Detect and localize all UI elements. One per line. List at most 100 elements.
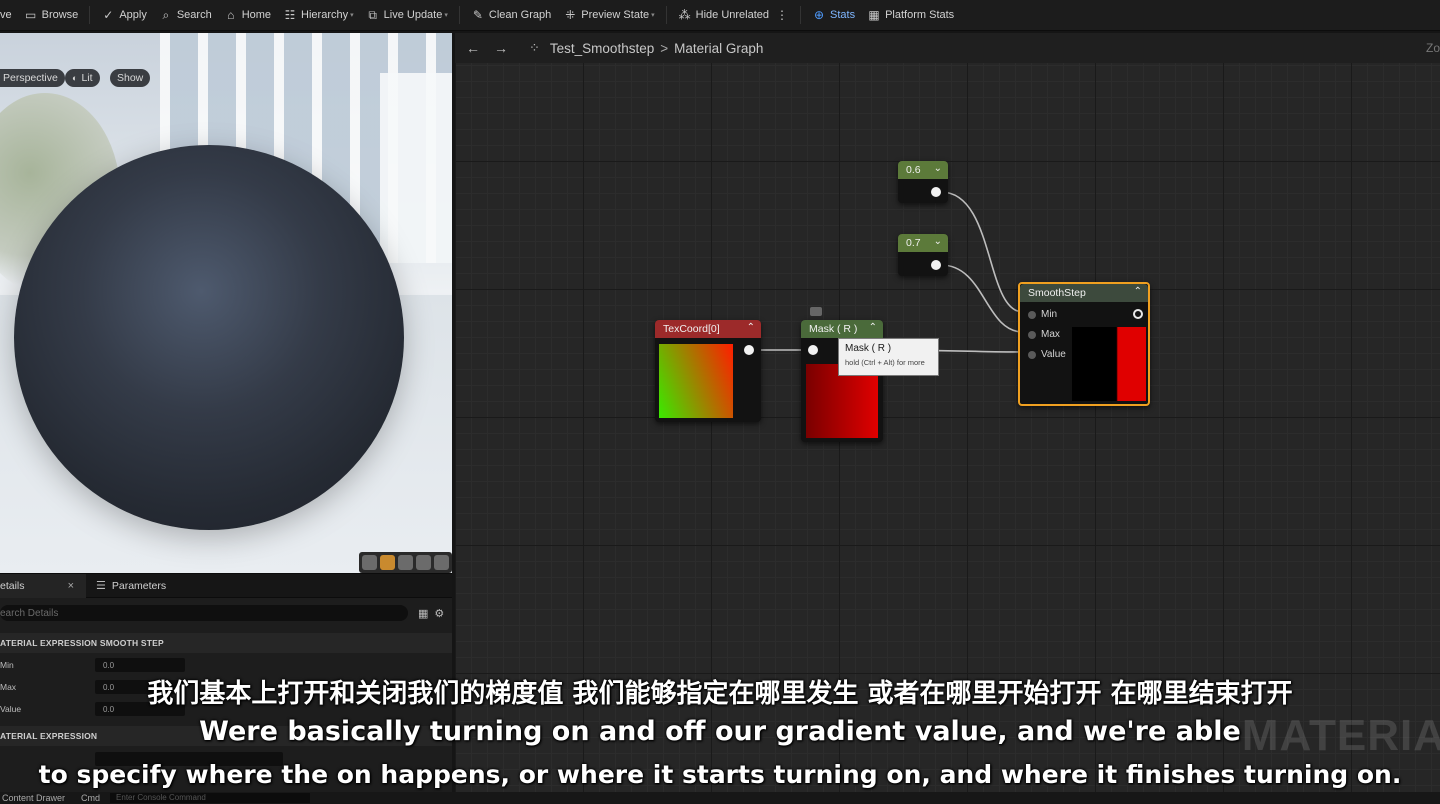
hierarchy-icon: ☷ [284,8,296,22]
save-label: ve [0,9,12,21]
preview-state-label: Preview State [581,9,650,21]
node-header: 0.6 ⌄ [898,161,948,179]
home-icon: ⌂ [227,8,235,22]
search-label: Search [176,9,212,21]
perspective-button[interactable]: Perspective [0,69,65,87]
output-pin[interactable] [931,187,941,197]
subtitle-english-line2: to specify where the on happens, or wher… [38,760,1402,789]
output-pin[interactable] [744,345,754,355]
tooltip-hint: hold (Ctrl + Alt) for more [845,358,925,367]
details-tabs: etails × ☰ Parameters [0,573,452,598]
input-pin-min[interactable] [1028,311,1036,319]
settings-gear-icon[interactable]: ⚙ [434,607,444,620]
lit-button[interactable]: ◐ Lit [65,69,100,87]
apply-button[interactable]: ✓ Apply [95,0,153,30]
browse-button[interactable]: ▭ Browse [18,0,85,30]
cylinder-mesh-icon[interactable] [362,555,378,570]
chevron-down-icon[interactable]: ⌄ [934,163,942,174]
live-update-icon: ⧉ [368,7,377,22]
live-update-button[interactable]: ⧉ Live Update ▾ [360,0,454,30]
pin-label-value: Value [1041,349,1066,360]
close-icon[interactable]: × [68,580,74,592]
custom-mesh-icon[interactable] [433,555,449,570]
chevron-down-icon[interactable]: ⌄ [934,236,942,247]
chevron-down-icon: ▾ [350,12,354,19]
plane-mesh-icon[interactable] [397,555,413,570]
clean-graph-button[interactable]: ✎ Clean Graph [465,0,557,30]
output-pin[interactable] [1133,309,1143,319]
grid-view-icon[interactable]: ▦ [418,607,428,620]
cmd-button[interactable]: Cmd [81,793,100,803]
live-update-label: Live Update [383,9,443,21]
hide-unrelated-button[interactable]: ⁂ Hide Unrelated ⋮ [672,0,795,30]
node-header: 0.7 ⌄ [898,234,948,252]
input-pin-value[interactable] [1028,351,1036,359]
node-texcoord[interactable]: TexCoord[0] ⌃ [655,320,761,422]
hide-unrelated-icon: ⁂ [678,8,691,22]
content-drawer-button[interactable]: Content Drawer [2,793,65,803]
hierarchy-label: Hierarchy [301,9,349,21]
property-row-min: Min 0.0 [0,655,452,675]
tab-details[interactable]: etails × [0,573,86,598]
toolbar-divider [800,6,802,24]
chevron-up-icon[interactable]: ⌃ [869,322,877,333]
node-constant-value: 0.7 [906,237,921,249]
pin-label-min: Min [1041,309,1058,320]
clean-graph-label: Clean Graph [488,9,552,21]
preview-state-button[interactable]: ⁜ Preview State ▾ [557,0,660,30]
platform-stats-button[interactable]: ▦ Platform Stats [861,0,960,30]
hide-unrelated-label: Hide Unrelated [695,9,770,21]
show-button[interactable]: Show [110,69,151,87]
subtitle-chinese: 我们基本上打开和关闭我们的梯度值 我们能够指定在哪里发生 或者在哪里开始打开 在… [147,679,1293,709]
search-icon: ⌕ [162,7,170,22]
details-search-input[interactable]: earch Details [0,605,408,621]
tab-parameters[interactable]: ☰ Parameters [86,574,174,598]
node-title: SmoothStep [1028,287,1086,299]
node-header: Mask ( R ) ⌃ [801,320,883,338]
smoothstep-preview [1072,327,1146,401]
save-button[interactable]: ve [0,0,18,30]
stats-button[interactable]: ⊕ Stats [806,0,861,30]
search-button[interactable]: ⌕ Search [153,0,218,30]
input-pin[interactable] [808,345,818,355]
show-label: Show [117,72,144,84]
output-pin[interactable] [931,260,941,270]
cube-mesh-icon[interactable] [415,555,431,570]
parameters-icon: ☰ [96,580,106,592]
preview-mesh-toolbar [359,552,452,573]
wire-const2-to-max [940,264,1024,333]
node-constant-value: 0.6 [906,164,921,176]
folder-icon: ▭ [24,8,37,22]
chevron-up-icon[interactable]: ⌃ [747,322,755,333]
lit-icon: ◐ [72,73,78,83]
browse-label: Browse [41,9,79,21]
toolbar-divider [89,6,91,24]
more-options-icon[interactable]: ⋮ [775,8,789,22]
node-smoothstep[interactable]: SmoothStep ⌃ Min Max Value [1018,282,1150,406]
section-smoothstep[interactable]: ATERIAL EXPRESSION SMOOTH STEP [0,633,452,653]
input-pin-max[interactable] [1028,331,1036,339]
lit-label: Lit [81,72,93,84]
toolbar-divider [458,6,460,24]
preview-viewport[interactable]: Perspective ◐ Lit Show [0,33,452,573]
sphere-mesh-icon[interactable] [380,555,396,570]
section-smoothstep-label: ATERIAL EXPRESSION SMOOTH STEP [0,638,164,648]
node-constant-0-6[interactable]: 0.6 ⌄ [898,161,948,203]
tab-parameters-label: Parameters [111,579,167,592]
apply-label: Apply [119,9,147,21]
home-button[interactable]: ⌂ Home [218,0,277,30]
home-label: Home [241,9,272,21]
toolbar-divider [665,6,667,24]
property-min-field[interactable]: 0.0 [95,658,185,672]
details-search-placeholder: earch Details [0,607,59,619]
node-title: TexCoord[0] [663,323,720,335]
hierarchy-button[interactable]: ☷ Hierarchy ▾ [277,0,360,30]
console-command-input[interactable]: Enter Console Command [110,793,311,803]
comment-bubble-icon[interactable] [810,307,822,316]
node-header: SmoothStep ⌃ [1020,284,1148,302]
pin-label-max: Max [1041,329,1060,340]
node-header: TexCoord[0] ⌃ [655,320,761,338]
stats-label: Stats [830,9,856,21]
node-constant-0-7[interactable]: 0.7 ⌄ [898,234,948,276]
chevron-up-icon[interactable]: ⌃ [1134,286,1142,297]
